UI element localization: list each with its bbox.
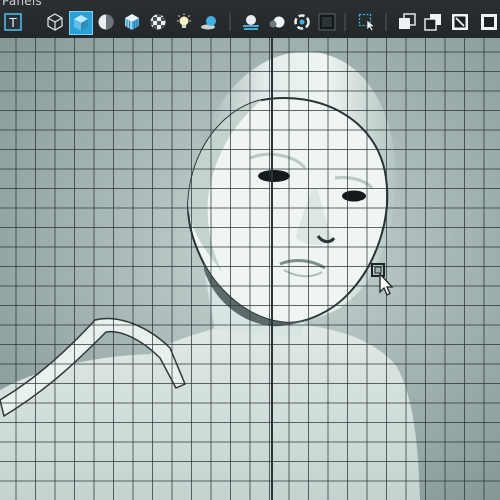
torso-mesh bbox=[0, 324, 420, 500]
panels-menu[interactable]: Panels bbox=[2, 0, 42, 8]
more-tools-icon[interactable] bbox=[478, 11, 500, 33]
maya-viewport-window: Panels T bbox=[0, 0, 500, 500]
xray-icon[interactable] bbox=[396, 11, 418, 33]
checker-sphere-icon[interactable] bbox=[147, 11, 169, 33]
half-shaded-sphere-icon[interactable] bbox=[95, 11, 117, 33]
mouse-cursor-icon bbox=[371, 263, 394, 296]
head-model-render[interactable] bbox=[0, 38, 500, 500]
text-tool-glyph: T bbox=[8, 16, 17, 30]
ambient-occlusion-icon[interactable] bbox=[240, 11, 262, 33]
grid-axis-line bbox=[271, 38, 273, 500]
perspective-viewport[interactable] bbox=[0, 38, 500, 500]
frame-camera-icon[interactable] bbox=[449, 11, 471, 33]
light-bulb-icon[interactable] bbox=[173, 11, 195, 33]
toolbar-separator bbox=[229, 13, 231, 31]
xray-joints-icon[interactable] bbox=[422, 11, 444, 33]
left-eye bbox=[258, 170, 290, 182]
textured-cube-icon[interactable] bbox=[121, 11, 143, 33]
shadow-sphere-icon[interactable] bbox=[198, 11, 220, 33]
toolbar-separator bbox=[385, 13, 387, 31]
depth-of-field-icon[interactable] bbox=[316, 11, 338, 33]
isolate-select-icon[interactable] bbox=[356, 11, 378, 33]
text-tool-icon[interactable]: T bbox=[2, 11, 24, 33]
wireframe-cube-icon[interactable] bbox=[44, 11, 66, 33]
toolbar-separator bbox=[344, 13, 346, 31]
anti-alias-icon[interactable] bbox=[291, 11, 313, 33]
shaded-cube-icon[interactable] bbox=[69, 11, 93, 35]
right-eye bbox=[342, 190, 366, 202]
motion-blur-icon[interactable] bbox=[265, 11, 287, 33]
panel-toolbar: Panels T bbox=[0, 0, 500, 39]
